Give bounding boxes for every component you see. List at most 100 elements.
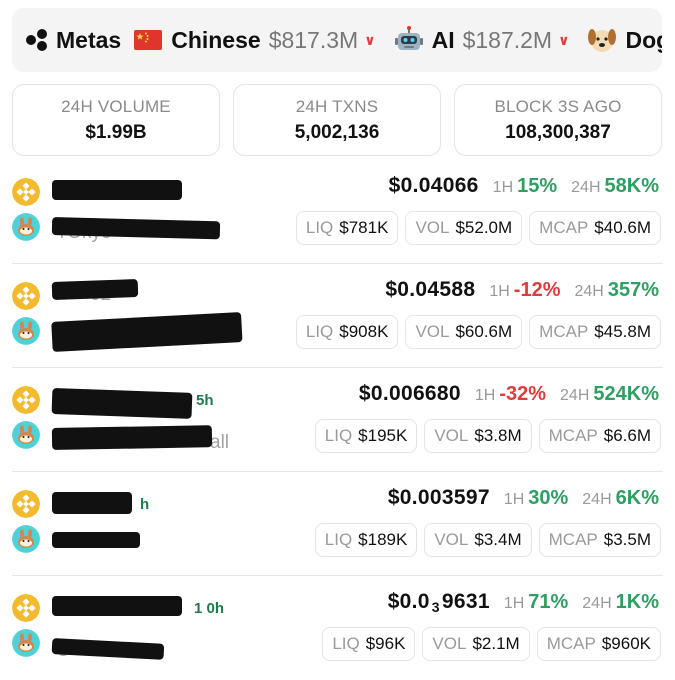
vol-badge[interactable]: VOL $52.0M (405, 211, 523, 245)
meta-chip-dog[interactable]: Dog (587, 25, 662, 55)
token-metrics: LIQ $195K VOL $3.8M MCAP $6.6M (308, 419, 661, 453)
bnb-chain-icon (12, 490, 40, 518)
liq-badge[interactable]: LIQ $781K (295, 211, 399, 245)
token-metrics: LIQ $781K VOL $52.0M MCAP $40.6M (289, 211, 661, 245)
h24-label: 24H (574, 283, 604, 300)
mcap-value: $3.5M (603, 530, 651, 549)
redaction-mark (52, 180, 182, 200)
token-subname-partial: all (210, 432, 230, 453)
price-line: $0.0 39631 1H 71% 24H 1K% (388, 590, 659, 615)
chevron-down-icon: ∨ (364, 31, 376, 48)
vol-value: $3.4M (474, 530, 522, 549)
mcap-value: $6.6M (603, 426, 651, 445)
bnb-chain-icon (12, 594, 40, 622)
token-row-2[interactable]: 02 Ti ll $0.04588 1H -12% 24H 357% LIQ $… (0, 264, 675, 368)
meta-chip-ai[interactable]: AI $187.2M ∨ (394, 25, 570, 55)
price-line: $0.006680 1H -32% 24H 524K% (359, 382, 659, 406)
bnb-chain-icon (12, 386, 40, 414)
redaction-mark (51, 312, 243, 352)
redaction-mark (51, 425, 213, 450)
vol-badge[interactable]: VOL $3.8M (424, 419, 532, 453)
chevron-down-icon: ∨ (558, 31, 570, 48)
h24-change: 6K% (615, 487, 659, 509)
redaction-mark (52, 532, 140, 548)
h1-change: 30% (528, 487, 569, 509)
liq-value: $195K (358, 426, 408, 445)
vol-badge[interactable]: VOL $3.4M (424, 523, 532, 557)
h24-label: 24H (582, 595, 612, 612)
token-price: $0.006680 (358, 382, 461, 405)
h24-label: 24H (560, 387, 590, 404)
h1-change: -32% (499, 383, 547, 405)
liq-badge[interactable]: LIQ $195K (314, 419, 418, 453)
liq-value: $189K (358, 530, 408, 549)
liq-badge[interactable]: LIQ $908K (295, 315, 399, 349)
pancakeswap-icon (12, 317, 40, 345)
redaction-mark (52, 596, 182, 616)
token-metrics: LIQ $96K VOL $2.1M MCAP $960K (315, 627, 661, 661)
token-age-partial: 1 0h (194, 600, 225, 617)
vol-badge[interactable]: VOL $60.6M (405, 315, 523, 349)
mcap-badge[interactable]: MCAP $45.8M (529, 315, 661, 349)
liq-value: $96K (365, 634, 406, 653)
h1-change: 71% (528, 591, 569, 613)
h1-change: 15% (517, 175, 558, 197)
mcap-badge[interactable]: MCAP $960K (536, 627, 661, 661)
token-age-partial: h (140, 496, 150, 513)
bnb-chain-icon (12, 282, 40, 310)
redaction-mark (52, 492, 132, 514)
token-metrics: LIQ $908K VOL $60.6M MCAP $45.8M (289, 315, 661, 349)
token-row-5[interactable]: 1 0h C $0.039631 1H 71% 24H 1K% LIQ $96K… (0, 576, 675, 680)
pancakeswap-icon (12, 213, 40, 241)
h24-change: 524K% (593, 383, 659, 405)
token-row-3[interactable]: 5h all $0.006680 1H -32% 24H 524K% LIQ $… (0, 368, 675, 472)
metas-dots-icon (26, 29, 48, 51)
token-metrics: LIQ $189K VOL $3.4M MCAP $3.5M (308, 523, 661, 557)
bnb-chain-icon (12, 178, 40, 206)
h1-label: 1H (474, 387, 496, 404)
mcap-badge[interactable]: MCAP $40.6M (529, 211, 661, 245)
china-flag-icon (134, 30, 163, 50)
price-zero-count: 3 (431, 599, 440, 615)
metas-title[interactable]: Metas (26, 27, 121, 54)
h1-label: 1H (503, 491, 525, 508)
stat-block: BLOCK 3S AGO 108,300,387 (454, 84, 662, 156)
h24-change: 58K% (604, 175, 659, 197)
mcap-value: $40.6M (594, 218, 651, 237)
redaction-mark (51, 388, 193, 419)
liq-badge[interactable]: LIQ $189K (314, 523, 418, 557)
h1-label: 1H (503, 595, 525, 612)
h24-label: 24H (571, 179, 601, 196)
token-price: $0.003597 (387, 486, 490, 509)
redaction-mark (51, 279, 139, 300)
metas-bar: Metas Chinese $817.3M ∨ AI $187.2M ∨ Do (12, 8, 662, 72)
liq-value: $908K (339, 322, 389, 341)
mcap-value: $960K (601, 634, 651, 653)
vol-badge[interactable]: VOL $2.1M (422, 627, 530, 661)
vol-value: $2.1M (472, 634, 520, 653)
token-price: $0.04066 (388, 174, 479, 197)
token-row-1[interactable]: TOkyo $0.04066 1H 15% 24H 58K% LIQ $781K… (0, 160, 675, 264)
mcap-badge[interactable]: MCAP $6.6M (538, 419, 661, 453)
pancakeswap-icon (12, 525, 40, 553)
meta-chip-chinese[interactable]: Chinese $817.3M ∨ (133, 25, 376, 55)
price-line: $0.04066 1H 15% 24H 58K% (389, 174, 659, 198)
stat-24h-volume: 24H VOLUME $1.99B (12, 84, 220, 156)
liq-value: $781K (339, 218, 389, 237)
robot-icon (394, 26, 423, 50)
h24-label: 24H (582, 491, 612, 508)
token-price: $0.04588 (385, 278, 476, 301)
vol-value: $60.6M (455, 322, 513, 341)
pancakeswap-icon (12, 629, 40, 657)
stat-24h-txns: 24H TXNS 5,002,136 (233, 84, 441, 156)
token-price: $0.0 39631 (387, 590, 490, 615)
h24-change: 357% (607, 279, 659, 301)
token-row-4[interactable]: h A $0.003597 1H 30% 24H 6K% LIQ $189K V… (0, 472, 675, 576)
pancakeswap-icon (12, 421, 40, 449)
liq-badge[interactable]: LIQ $96K (322, 627, 416, 661)
mcap-badge[interactable]: MCAP $3.5M (538, 523, 661, 557)
h1-label: 1H (489, 283, 510, 300)
mcap-value: $45.8M (594, 322, 651, 341)
vol-value: $3.8M (474, 426, 522, 445)
dog-icon (588, 29, 617, 52)
